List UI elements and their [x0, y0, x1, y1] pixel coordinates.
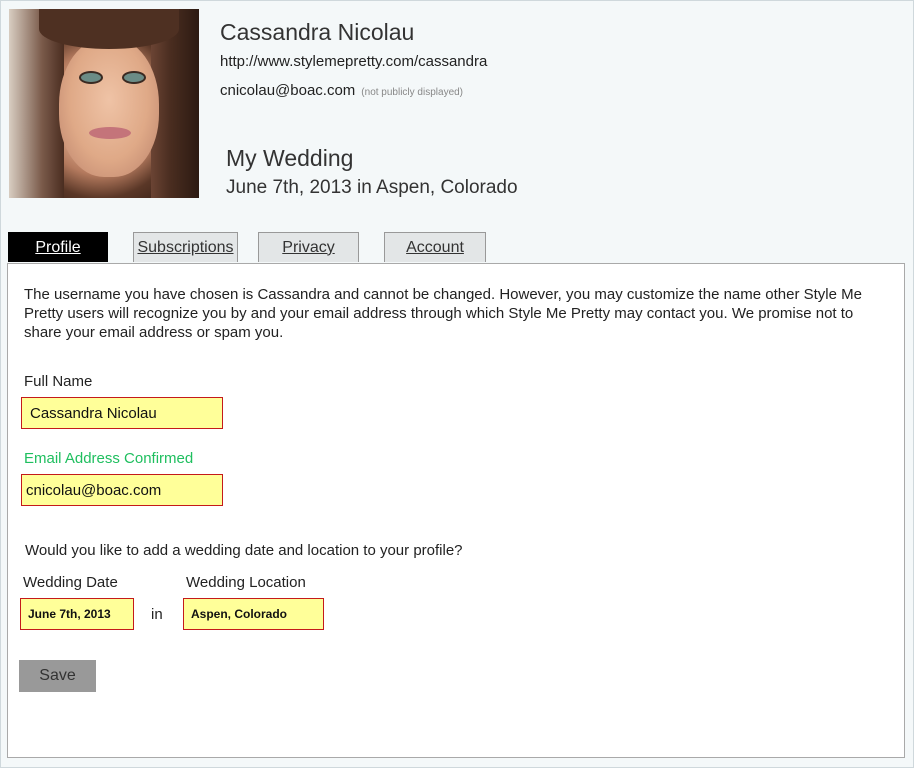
email-confirmed-label: Email Address Confirmed: [24, 450, 194, 467]
profile-url[interactable]: http://www.stylemepretty.com/cassandra: [220, 53, 487, 70]
photo-face: [59, 37, 159, 177]
tab-account[interactable]: Account: [384, 232, 486, 262]
full-name-label: Full Name: [24, 373, 93, 390]
tab-subscriptions[interactable]: Subscriptions: [133, 232, 238, 262]
wedding-location-label: Wedding Location: [186, 574, 306, 591]
profile-email-text: cnicolau@boac.com: [220, 82, 356, 99]
intro-text: The username you have chosen is Cassandr…: [24, 286, 862, 341]
photo-eye-right: [122, 71, 146, 84]
wedding-title: My Wedding: [226, 145, 354, 171]
save-button[interactable]: Save: [19, 660, 96, 692]
profile-name: Cassandra Nicolau: [220, 19, 415, 45]
wedding-date-input[interactable]: [20, 598, 134, 630]
in-connector: in: [151, 606, 163, 623]
full-name-input[interactable]: [21, 397, 223, 429]
email-input[interactable]: [21, 474, 223, 506]
wedding-location-input[interactable]: [183, 598, 324, 630]
profile-photo: [9, 9, 199, 198]
photo-lips: [89, 127, 131, 139]
profile-email: cnicolau@boac.com (not publicly displayed…: [220, 82, 463, 99]
wedding-summary: June 7th, 2013 in Aspen, Colorado: [226, 177, 518, 198]
tab-profile[interactable]: Profile: [8, 232, 108, 262]
wedding-date-label: Wedding Date: [23, 574, 118, 591]
photo-eye-left: [79, 71, 103, 84]
photo-hair-top: [39, 9, 179, 49]
wedding-question: Would you like to add a wedding date and…: [25, 542, 463, 559]
email-privacy-note: (not publicly displayed): [361, 87, 464, 98]
tab-privacy[interactable]: Privacy: [258, 232, 359, 262]
